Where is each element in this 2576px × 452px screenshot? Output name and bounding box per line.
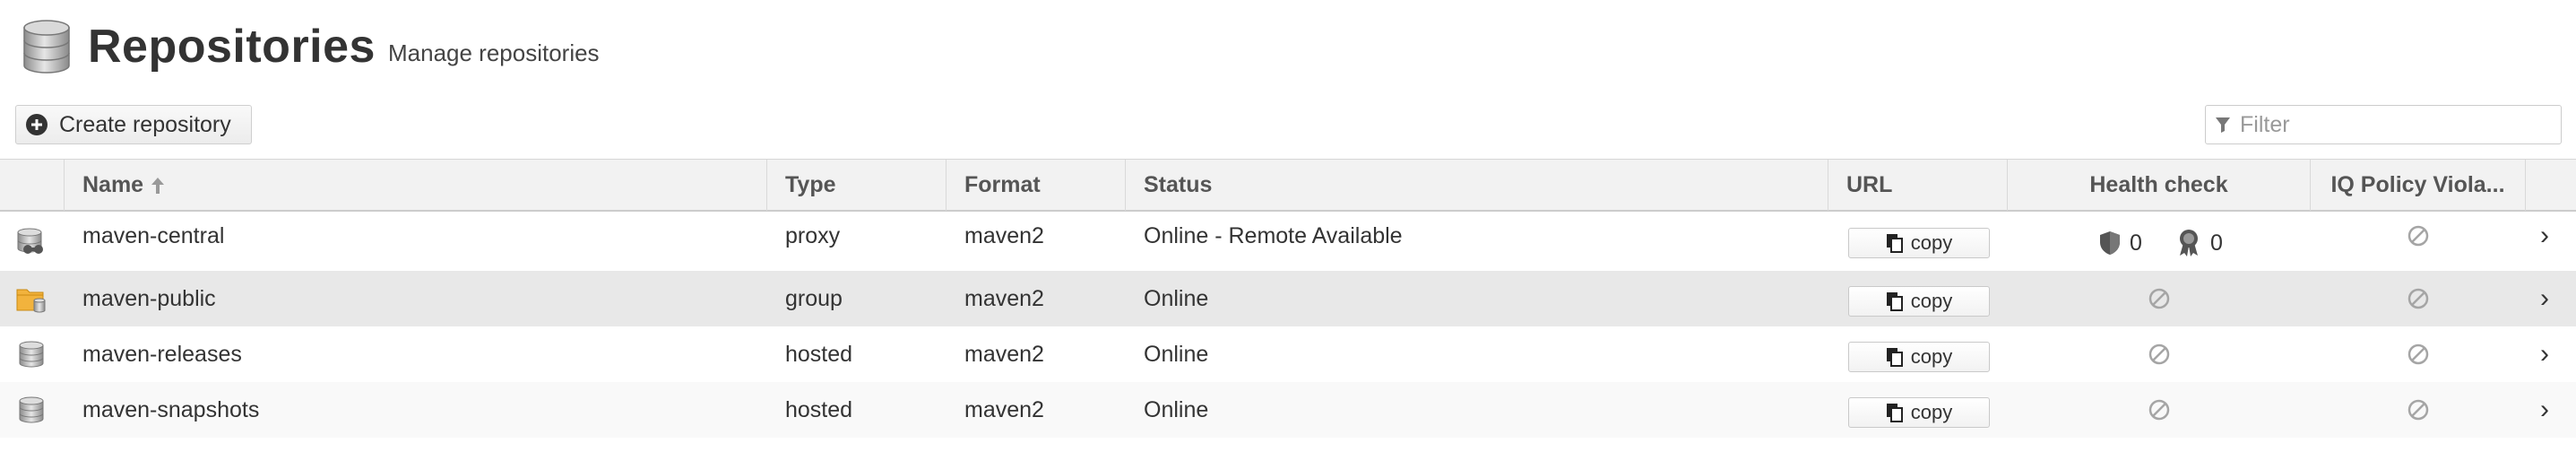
table-header: Name Type Format Status URL Health check…: [0, 159, 2576, 212]
health-check-security[interactable]: 0: [2099, 213, 2142, 273]
iq-policy-disabled-icon: [2407, 271, 2429, 326]
copy-url-button[interactable]: copy: [1848, 342, 1990, 372]
chevron-right-icon[interactable]: ›: [2540, 382, 2549, 438]
plus-circle-icon: [26, 114, 48, 135]
repository-status: Online: [1144, 341, 1209, 367]
database-icon: [23, 20, 70, 74]
copy-url-label: copy: [1910, 290, 1953, 312]
column-header-status-label: Status: [1144, 172, 1213, 197]
repository-type: proxy: [785, 222, 841, 248]
page-title: Repositories: [88, 21, 376, 73]
page-header: Repositories Manage repositories: [22, 18, 600, 75]
license-ribbon-icon: [2180, 230, 2198, 256]
column-header-name[interactable]: Name: [65, 160, 767, 211]
health-check-disabled-icon[interactable]: [2148, 382, 2170, 438]
copy-url-button[interactable]: copy: [1848, 286, 1990, 317]
repository-type: group: [785, 285, 843, 311]
repository-name[interactable]: maven-snapshots: [82, 382, 259, 438]
column-header-type[interactable]: Type: [767, 160, 947, 211]
filter-input[interactable]: [2238, 110, 2546, 139]
column-header-format-label: Format: [964, 172, 1041, 197]
repository-name[interactable]: maven-releases: [82, 326, 242, 382]
repository-name[interactable]: maven-public: [82, 271, 216, 326]
table-row[interactable]: maven-snapshots hosted maven2 Online cop…: [0, 382, 2576, 438]
repository-status: Online: [1144, 285, 1209, 311]
repository-format: maven2: [964, 341, 1044, 367]
table-row[interactable]: maven-releases hosted maven2 Online copy…: [0, 326, 2576, 382]
license-issue-count: 0: [2210, 230, 2223, 256]
copy-icon: [1886, 348, 1903, 367]
copy-url-label: copy: [1910, 401, 1953, 423]
repositories-table: Name Type Format Status URL Health check…: [0, 159, 2576, 212]
chevron-right-icon[interactable]: ›: [2540, 326, 2549, 382]
copy-url-button[interactable]: copy: [1848, 228, 1990, 258]
group-repository-icon: [16, 271, 47, 326]
chevron-right-icon[interactable]: ›: [2540, 271, 2549, 326]
column-header-url-label: URL: [1846, 172, 1893, 197]
repository-status: Online: [1144, 396, 1209, 422]
repository-name[interactable]: maven-central: [82, 206, 224, 265]
column-header-url[interactable]: URL: [1828, 160, 2008, 211]
repository-format: maven2: [964, 285, 1044, 311]
column-header-iq-policy-label: IQ Policy Viola...: [2330, 172, 2505, 197]
sort-ascending-icon: [151, 177, 165, 194]
iq-policy-disabled-icon: [2407, 326, 2429, 382]
column-header-iq-policy[interactable]: IQ Policy Viola...: [2311, 160, 2526, 211]
funnel-icon: [2216, 117, 2230, 133]
column-header-format[interactable]: Format: [947, 160, 1126, 211]
security-issue-count: 0: [2130, 230, 2142, 256]
hosted-repository-icon: [16, 382, 47, 438]
copy-icon: [1886, 404, 1903, 422]
iq-policy-disabled-icon: [2407, 206, 2429, 265]
column-header-health-check[interactable]: Health check: [2008, 160, 2311, 211]
repository-type: hosted: [785, 341, 853, 367]
iq-policy-disabled-icon: [2407, 382, 2429, 438]
column-header-name-label: Name: [82, 172, 144, 197]
proxy-repository-icon: [16, 212, 47, 271]
repository-type: hosted: [785, 396, 853, 422]
table-row[interactable]: maven-public group maven2 Online copy ›: [0, 271, 2576, 326]
health-check-disabled-icon[interactable]: [2148, 271, 2170, 326]
filter-field[interactable]: [2205, 105, 2562, 144]
health-check-license[interactable]: 0: [2176, 213, 2223, 273]
copy-url-label: copy: [1910, 231, 1953, 254]
repository-format: maven2: [964, 396, 1044, 422]
column-header-status[interactable]: Status: [1126, 160, 1828, 211]
page-subtitle: Manage repositories: [387, 39, 600, 66]
create-repository-label: Create repository: [59, 111, 231, 137]
hosted-repository-icon: [16, 326, 47, 382]
column-header-icon: [0, 160, 65, 211]
health-check-disabled-icon[interactable]: [2148, 326, 2170, 382]
column-header-health-check-label: Health check: [2089, 172, 2228, 197]
copy-icon: [1886, 292, 1903, 311]
copy-url-label: copy: [1910, 345, 1953, 368]
repository-format: maven2: [964, 222, 1044, 248]
column-header-type-label: Type: [785, 172, 836, 197]
copy-url-button[interactable]: copy: [1848, 397, 1990, 428]
create-repository-button[interactable]: Create repository: [15, 105, 252, 144]
chevron-right-icon[interactable]: ›: [2540, 206, 2549, 265]
copy-icon: [1886, 234, 1903, 253]
shield-icon: [2100, 231, 2120, 255]
repository-status: Online - Remote Available: [1144, 222, 1403, 248]
table-row[interactable]: maven-central proxy maven2 Online - Remo…: [0, 212, 2576, 271]
